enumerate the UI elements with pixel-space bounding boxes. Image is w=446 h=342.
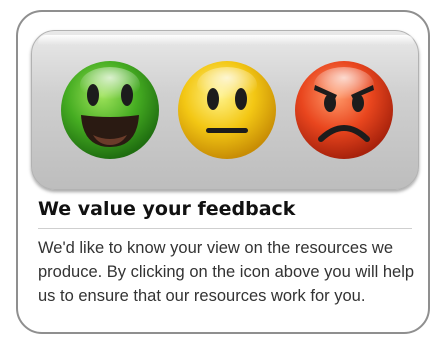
- angry-face-icon[interactable]: [293, 59, 395, 161]
- neutral-face-icon[interactable]: [176, 59, 278, 161]
- happy-face-icon[interactable]: [59, 59, 161, 161]
- smiley-panel: [31, 30, 419, 190]
- panel-highlight: [38, 35, 414, 45]
- feedback-card: We value your feedback We'd like to know…: [16, 10, 430, 334]
- divider: [38, 228, 412, 229]
- feedback-body: We'd like to know your view on the resou…: [38, 239, 415, 305]
- feedback-heading: We value your feedback: [38, 198, 296, 220]
